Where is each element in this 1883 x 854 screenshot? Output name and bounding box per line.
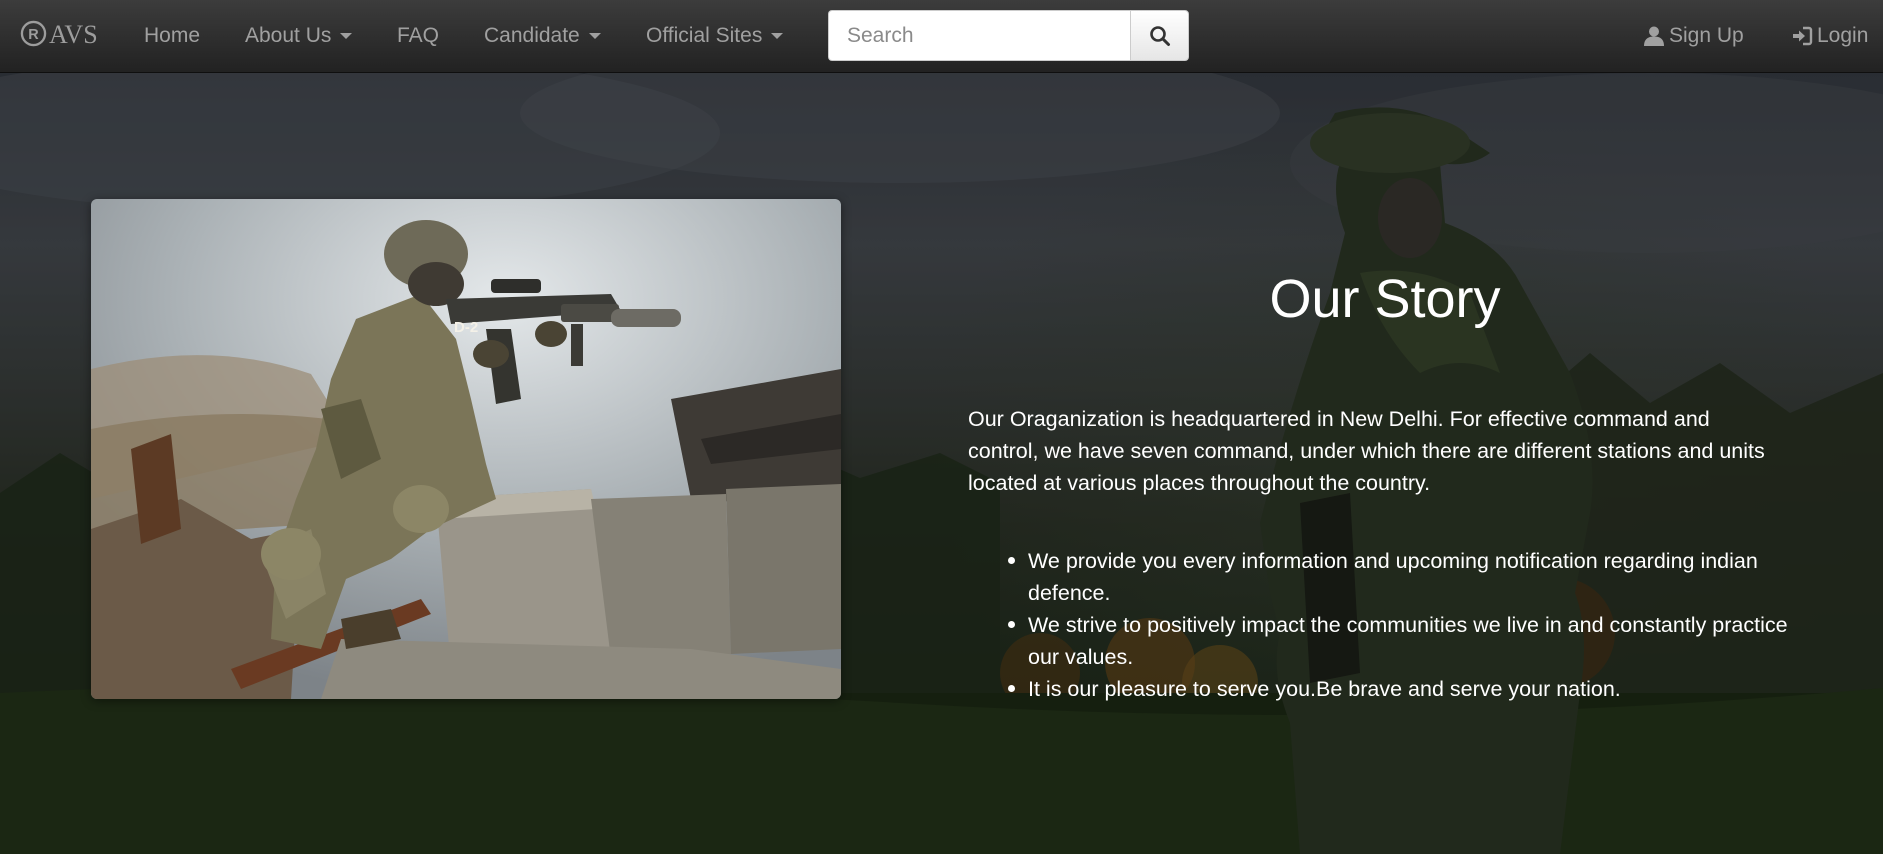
search-icon — [1149, 25, 1170, 46]
caret-down-icon — [588, 33, 601, 39]
bullet-icon — [1008, 685, 1015, 692]
log-in-icon — [1793, 26, 1813, 46]
user-icon — [1644, 26, 1664, 46]
sniper-photo: D-2 — [91, 199, 841, 699]
list-item: We strive to positively impact the commu… — [1008, 609, 1798, 673]
nav-about-us-label: About Us — [245, 24, 332, 47]
story-points-list: We provide you every information and upc… — [1008, 545, 1798, 705]
caret-down-icon — [340, 33, 353, 39]
story-paragraph: Our Oraganization is headquartered in Ne… — [968, 407, 1765, 495]
registered-icon: R — [20, 20, 47, 46]
list-item: It is our pleasure to serve you.Be brave… — [1008, 673, 1798, 705]
brand-logo[interactable]: R AVS — [20, 17, 98, 53]
nav-official-sites-label: Official Sites — [646, 24, 763, 47]
brand-name: AVS — [49, 20, 98, 49]
story-point-text: We provide you every information and upc… — [1028, 549, 1758, 605]
nav-home[interactable]: Home — [144, 0, 200, 72]
nav-faq-label: FAQ — [397, 24, 440, 47]
nav-about-us-dropdown[interactable]: About Us — [245, 0, 353, 72]
nav-official-sites-dropdown[interactable]: Official Sites — [646, 0, 784, 72]
nav-candidate-dropdown[interactable]: Candidate — [484, 0, 601, 72]
svg-text:R: R — [28, 26, 39, 42]
story-title: Our Story — [1269, 269, 1501, 329]
hero-section: D-2 Our Story Our Oraganization is headq… — [0, 73, 1883, 854]
bullet-icon — [1008, 621, 1015, 628]
story-point-text: It is our pleasure to serve you.Be brave… — [1028, 677, 1621, 701]
list-item: We provide you every information and upc… — [1008, 545, 1798, 609]
nav-faq[interactable]: FAQ — [397, 0, 439, 72]
bullet-icon — [1008, 557, 1015, 564]
top-navbar: R AVS Home About Us FAQ Candidate Offici… — [0, 0, 1883, 73]
search-button[interactable] — [1130, 10, 1189, 61]
svg-text:D-2: D-2 — [454, 319, 478, 336]
caret-down-icon — [771, 33, 784, 39]
soldier-with-rifle-image: D-2 — [91, 199, 841, 699]
search-form — [828, 10, 1189, 61]
nav-candidate-label: Candidate — [484, 24, 580, 47]
login-link[interactable]: Login — [1791, 0, 1868, 72]
nav-home-label: Home — [144, 24, 201, 47]
login-label: Login — [1817, 24, 1869, 47]
signup-label: Sign Up — [1669, 24, 1744, 47]
search-input[interactable] — [828, 10, 1130, 61]
story-point-text: We strive to positively impact the commu… — [1028, 613, 1788, 669]
signup-link[interactable]: Sign Up — [1643, 0, 1744, 72]
